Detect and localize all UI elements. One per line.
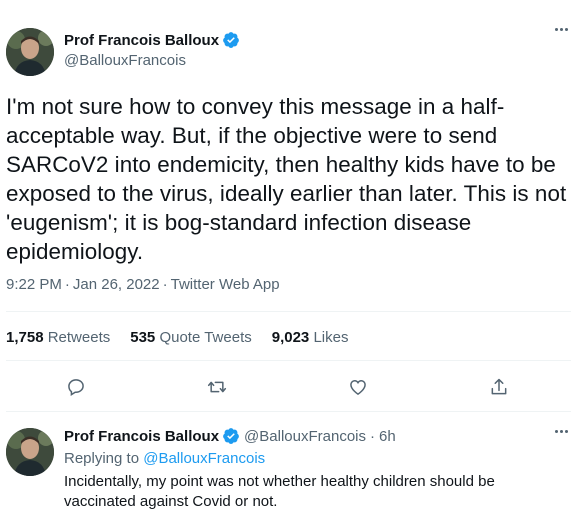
tweet-time[interactable]: 9:22 PM [6,276,62,293]
tweet-date[interactable]: Jan 26, 2022 [73,276,160,293]
tweet-text: I'm not sure how to convey this message … [6,94,567,264]
replying-to-mention[interactable]: @BallouxFrancois [143,450,265,467]
quotes-label: Quote Tweets [159,329,252,346]
verified-badge-icon [222,31,240,49]
reply-author-avatar[interactable] [6,428,54,476]
like-icon[interactable] [345,374,371,400]
meta-separator: · [64,276,70,293]
author-handle[interactable]: @BallouxFrancois [64,52,186,69]
replying-to: Replying to @BallouxFrancois [64,450,265,467]
reply-author-handle[interactable]: @BallouxFrancois [244,428,366,445]
reply-more-options-icon[interactable] [555,430,568,433]
retweets-count: 1,758 [6,329,44,346]
share-icon[interactable] [486,374,512,400]
tweet-stats: 1,758 Retweets 535 Quote Tweets 9,023 Li… [6,329,368,346]
reply-separator: · [370,427,375,445]
reply-author-name[interactable]: Prof Francois Balloux [64,428,219,445]
author-avatar[interactable] [6,28,54,76]
author-display-name[interactable]: Prof Francois Balloux [64,32,219,49]
retweets-label: Retweets [47,329,111,346]
reply-author-row: Prof Francois Balloux @BallouxFrancois ·… [64,427,396,445]
retweets-stat[interactable]: 1,758 Retweets [6,329,110,346]
meta-separator: · [162,276,168,293]
verified-badge-icon [222,427,240,445]
likes-label: Likes [313,329,349,346]
likes-stat[interactable]: 9,023 Likes [272,329,349,346]
retweet-icon[interactable] [204,374,230,400]
quotes-count: 535 [130,329,156,346]
tweet-source[interactable]: Twitter Web App [171,276,280,293]
tweet-actions [0,374,577,400]
divider [6,360,571,361]
reply-text: Incidentally, my point was not whether h… [64,473,495,510]
likes-count: 9,023 [271,329,310,346]
more-options-icon[interactable] [555,28,568,31]
divider [6,311,571,312]
replying-prefix: Replying to [64,450,140,467]
author-name-row: Prof Francois Balloux [64,31,240,49]
divider [6,411,571,412]
reply-time[interactable]: 6h [379,428,396,445]
reply-icon[interactable] [63,374,89,400]
quote-tweets-stat[interactable]: 535 Quote Tweets [130,329,251,346]
tweet-meta: 9:22 PM · Jan 26, 2022 · Twitter Web App [6,276,280,293]
